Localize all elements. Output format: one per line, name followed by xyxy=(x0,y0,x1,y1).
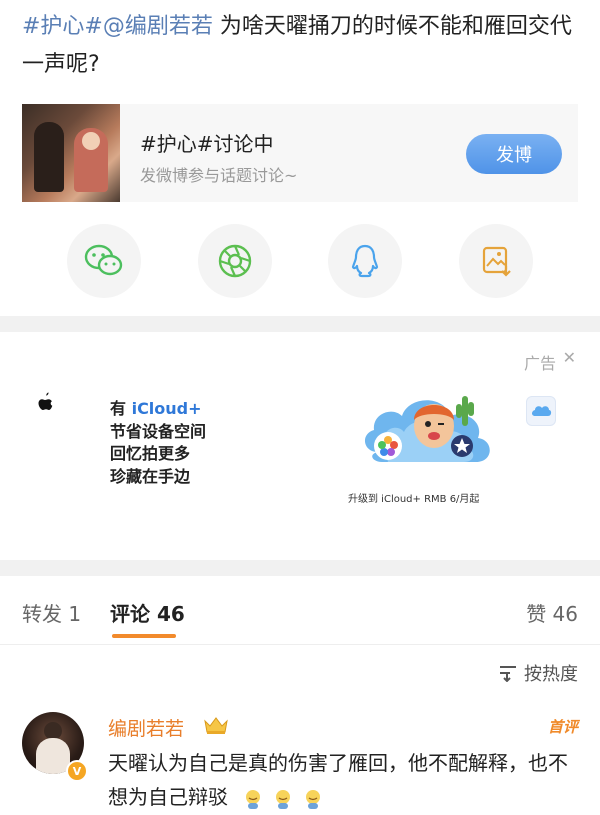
post-text: #护心#@编剧若若 为啥天曜捅刀的时候不能和雁回交代一声呢? xyxy=(22,8,582,84)
comment-author[interactable]: 编剧若若 xyxy=(108,714,184,741)
share-row xyxy=(0,224,600,298)
emoji-icon xyxy=(276,789,291,809)
save-image-button[interactable] xyxy=(459,224,533,298)
active-tab-indicator xyxy=(112,634,176,638)
emoji-icon xyxy=(246,789,261,809)
post-weibo-button[interactable]: 发博 xyxy=(466,134,562,174)
mention-link[interactable]: @编剧若若 xyxy=(103,14,213,39)
emoji-icon xyxy=(306,789,321,809)
first-comment-badge: 首评 xyxy=(547,718,578,736)
moments-icon xyxy=(218,244,252,278)
qq-icon xyxy=(351,244,379,278)
topic-card[interactable]: #护心#讨论中 发微博参与话题讨论~ 发博 xyxy=(22,104,578,202)
ad-caption: 升级到 iCloud+ RMB 6/月起 xyxy=(348,494,480,505)
tab-likes[interactable]: 赞 46 xyxy=(526,598,578,627)
section-divider xyxy=(0,316,600,332)
share-wechat-button[interactable] xyxy=(67,224,141,298)
sort-label: 按热度 xyxy=(524,664,578,685)
ad-copy: 有 iCloud+ 节省设备空间 回忆拍更多 珍藏在手边 xyxy=(110,399,207,486)
topic-title: #护心#讨论中 xyxy=(140,132,274,156)
tab-comments[interactable]: 评论 46 xyxy=(110,598,185,627)
sort-icon xyxy=(500,666,516,682)
icloud-illustration xyxy=(364,396,490,462)
apple-logo-icon xyxy=(38,392,53,410)
topic-thumbnail xyxy=(22,104,120,202)
icloud-icon xyxy=(526,396,556,426)
verified-badge-icon: V xyxy=(66,760,88,782)
wechat-icon xyxy=(84,244,123,276)
save-image-icon xyxy=(482,246,511,277)
ad-label: 广告 xyxy=(523,354,556,373)
section-divider xyxy=(0,560,600,576)
topic-subtitle: 发微博参与话题讨论~ xyxy=(140,166,298,185)
comment-item: V 编剧若若 首评 天曜认为自己是真的伤害了雁回，他不配解释，也不想为自己辩驳 xyxy=(0,704,600,815)
comment-text: 天曜认为自己是真的伤害了雁回，他不配解释，也不想为自己辩驳 xyxy=(108,751,568,809)
tab-repost[interactable]: 转发 1 xyxy=(22,598,81,627)
topic-link[interactable]: #护心# xyxy=(22,14,103,39)
sort-control[interactable]: 按热度 xyxy=(498,660,578,686)
crown-icon xyxy=(204,717,228,734)
interaction-tabs: 转发 1 评论 46 赞 46 xyxy=(0,576,600,645)
icloud-highlight: iCloud+ xyxy=(131,399,202,418)
ad-banner[interactable]: 广告 ✕ 有 iCloud+ 节省设备空间 回忆拍更多 珍藏在手边 升级到 iC… xyxy=(0,332,600,560)
ad-close-icon[interactable]: ✕ xyxy=(563,348,576,367)
share-qq-button[interactable] xyxy=(328,224,402,298)
share-moments-button[interactable] xyxy=(198,224,272,298)
